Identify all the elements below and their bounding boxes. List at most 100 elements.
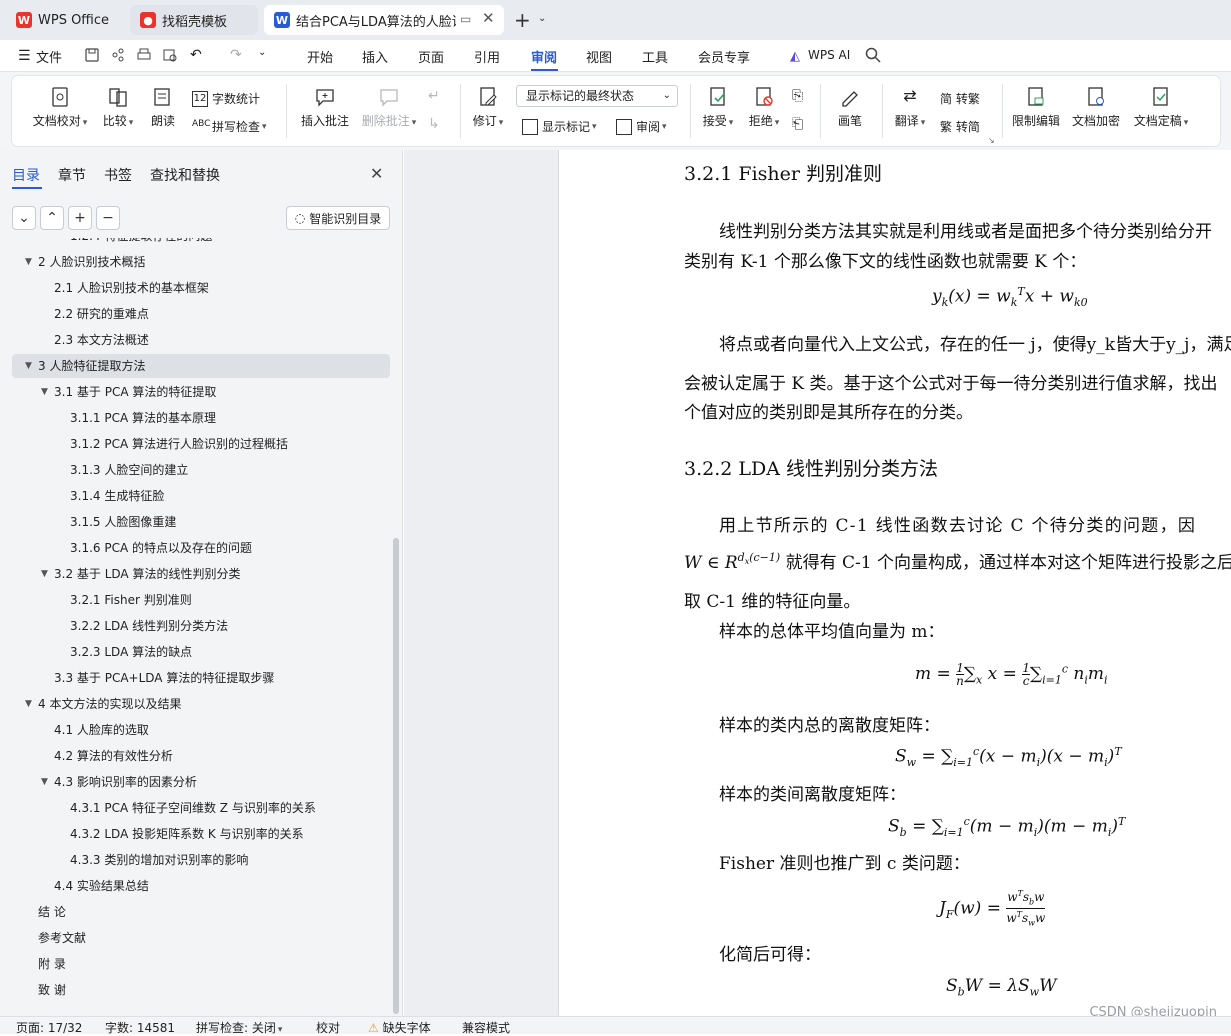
next-comment-icon[interactable]: ↳ bbox=[428, 116, 440, 132]
encrypt-button[interactable]: 文档加密 bbox=[1070, 86, 1122, 129]
tab-templates[interactable]: ● 找稻壳模板 bbox=[130, 5, 258, 35]
status-proof[interactable]: 校对 bbox=[316, 1019, 340, 1036]
share-icon[interactable] bbox=[110, 47, 128, 65]
compare-button[interactable]: 比较 ▾ bbox=[98, 86, 138, 129]
menu-tools[interactable]: 工具 bbox=[642, 47, 668, 66]
print-icon[interactable] bbox=[136, 47, 154, 65]
close-tab-icon[interactable]: ✕ bbox=[482, 9, 495, 27]
toc-item[interactable]: 3.2.3 LDA 算法的缺点 bbox=[0, 640, 390, 664]
tab-chapters[interactable]: 章节 bbox=[58, 165, 86, 185]
more-chevron-icon[interactable]: ⌄ bbox=[258, 47, 276, 65]
menu-wps-ai[interactable]: WPS AI bbox=[808, 48, 850, 62]
save-icon[interactable] bbox=[84, 47, 102, 65]
toc-item[interactable]: 2.2 研究的重难点 bbox=[0, 302, 390, 326]
delete-comment-button[interactable]: 删除批注 ▾ bbox=[358, 86, 420, 129]
toc-item[interactable]: 4.3.1 PCA 特征子空间维数 Z 与识别率的关系 bbox=[0, 796, 390, 820]
search-icon[interactable] bbox=[864, 46, 882, 64]
toc-item[interactable]: 附 录 bbox=[0, 952, 390, 976]
restrict-edit-button[interactable]: 限制编辑 bbox=[1010, 86, 1062, 129]
display-state-select[interactable]: 显示标记的最终状态 ⌄ bbox=[516, 85, 678, 107]
toc-item[interactable]: 4.2 算法的有效性分析 bbox=[0, 744, 390, 768]
menu-insert[interactable]: 插入 bbox=[362, 47, 388, 66]
undo-icon[interactable]: ↶ bbox=[190, 47, 208, 65]
expand-down-button[interactable]: ⌄ bbox=[12, 206, 36, 230]
document-page[interactable]: 3.2.1 Fisher 判别准则 线性判别分类方法其实就是利用线或者是面把多个… bbox=[558, 150, 1231, 1016]
prev-change-icon[interactable]: ⎘ bbox=[792, 88, 803, 104]
collapse-up-button[interactable]: ⌃ bbox=[40, 206, 64, 230]
toc-item[interactable]: 3.2.1 Fisher 判别准则 bbox=[0, 588, 390, 612]
to-traditional-button[interactable]: 简 转繁 bbox=[940, 90, 980, 107]
toc-item[interactable]: 4.3.2 LDA 投影矩阵系数 K 与识别率的关系 bbox=[0, 822, 390, 846]
add-heading-button[interactable]: + bbox=[68, 206, 92, 230]
toc-item[interactable]: ▼ 3.1 基于 PCA 算法的特征提取 bbox=[0, 380, 390, 404]
accept-button[interactable]: 接受 ▾ bbox=[698, 86, 738, 129]
window-icon[interactable]: ▭ bbox=[460, 12, 471, 26]
expand-arrow-icon[interactable]: ▼ bbox=[41, 380, 48, 404]
reject-button[interactable]: 拒绝 ▾ bbox=[744, 86, 784, 129]
smart-toc-button[interactable]: ◌ 智能识别目录 bbox=[286, 206, 390, 230]
menu-member[interactable]: 会员专享 bbox=[698, 47, 750, 66]
status-page[interactable]: 页面: 17/32 bbox=[16, 1019, 82, 1036]
expand-arrow-icon[interactable]: ▼ bbox=[25, 692, 32, 716]
toc-item[interactable]: 致 谢 bbox=[0, 978, 390, 1002]
review-pane-button[interactable]: 审阅 ▾ bbox=[616, 118, 667, 135]
toc-item[interactable]: 3.1.2 PCA 算法进行人脸识别的过程概括 bbox=[0, 432, 390, 456]
toc-item[interactable]: 2.1 人脸识别技术的基本框架 bbox=[0, 276, 390, 300]
show-markup-button[interactable]: 显示标记 ▾ bbox=[522, 118, 597, 135]
prev-comment-icon[interactable]: ↵ bbox=[428, 88, 440, 104]
translate-button[interactable]: ⇄ 翻译 ▾ bbox=[890, 86, 930, 129]
pen-button[interactable]: 画笔 bbox=[830, 86, 870, 129]
toc-item[interactable]: 3.3 基于 PCA+LDA 算法的特征提取步骤 bbox=[0, 666, 390, 690]
chevron-down-icon[interactable]: ⌄ bbox=[538, 13, 546, 24]
status-missing-font[interactable]: ⚠ 缺失字体 bbox=[368, 1019, 431, 1036]
toc-item[interactable]: 4.1 人脸库的选取 bbox=[0, 718, 390, 742]
menu-view[interactable]: 视图 bbox=[586, 47, 612, 66]
toc-item[interactable]: 3.1.1 PCA 算法的基本原理 bbox=[0, 406, 390, 430]
expand-arrow-icon[interactable]: ▼ bbox=[25, 354, 32, 378]
doc-check-button[interactable]: 文档校对 ▾ bbox=[30, 86, 90, 129]
toc-item[interactable]: ▼ 2 人脸识别技术概括 bbox=[0, 250, 390, 274]
expand-arrow-icon[interactable]: ▼ bbox=[25, 250, 32, 274]
toc-item[interactable]: ▼ 4 本文方法的实现以及结果 bbox=[0, 692, 390, 716]
dialog-launcher-icon[interactable]: ↘ bbox=[988, 136, 995, 145]
menu-file[interactable]: 文件 bbox=[36, 47, 62, 66]
menu-review[interactable]: 审阅 bbox=[531, 47, 557, 66]
menu-home[interactable]: 开始 bbox=[307, 47, 333, 66]
revise-button[interactable]: 修订 ▾ bbox=[468, 86, 508, 129]
remove-heading-button[interactable]: − bbox=[96, 206, 120, 230]
toc-item[interactable]: 2.3 本文方法概述 bbox=[0, 328, 390, 352]
hamburger-icon[interactable]: ☰ bbox=[18, 48, 31, 64]
tab-find-replace[interactable]: 查找和替换 bbox=[150, 165, 220, 185]
menu-references[interactable]: 引用 bbox=[474, 47, 500, 66]
expand-arrow-icon[interactable]: ▼ bbox=[41, 562, 48, 586]
spell-check-button[interactable]: ABC 拼写检查 ▾ bbox=[192, 118, 267, 135]
menu-page[interactable]: 页面 bbox=[418, 47, 444, 66]
to-simplified-button[interactable]: 繁 转简 bbox=[940, 118, 980, 135]
toc-item[interactable]: 3.1.5 人脸图像重建 bbox=[0, 510, 390, 534]
new-tab-icon[interactable]: + bbox=[514, 8, 531, 32]
close-pane-icon[interactable]: ✕ bbox=[370, 164, 383, 183]
tab-toc[interactable]: 目录 bbox=[12, 165, 40, 185]
toc-item[interactable]: 3.1.3 人脸空间的建立 bbox=[0, 458, 390, 482]
word-count-button[interactable]: 12 字数统计 bbox=[192, 90, 260, 107]
tab-wps-office[interactable]: W WPS Office bbox=[6, 5, 124, 35]
read-aloud-button[interactable]: 朗读 bbox=[146, 86, 180, 129]
toc-item[interactable]: 4.3.3 类别的增加对识别率的影响 bbox=[0, 848, 390, 872]
toc-item[interactable]: 3.1.4 生成特征脸 bbox=[0, 484, 390, 508]
toc-item[interactable]: 1.2.4 特征提取存在的问题 bbox=[0, 238, 390, 248]
expand-arrow-icon[interactable]: ▼ bbox=[41, 770, 48, 794]
status-spell[interactable]: 拼写检查: 关闭 ▾ bbox=[196, 1019, 282, 1036]
toc-item[interactable]: ▼ 3.2 基于 LDA 算法的线性判别分类 bbox=[0, 562, 390, 586]
print-preview-icon[interactable] bbox=[162, 47, 180, 65]
next-change-icon[interactable]: ⎗ bbox=[792, 116, 803, 132]
tab-bookmarks[interactable]: 书签 bbox=[104, 165, 132, 185]
insert-comment-button[interactable]: 插入批注 bbox=[298, 86, 352, 129]
toc-item[interactable]: 4.4 实验结果总结 bbox=[0, 874, 390, 898]
toc-item[interactable]: ▼ 4.3 影响识别率的因素分析 bbox=[0, 770, 390, 794]
toc-item[interactable]: 参考文献 bbox=[0, 926, 390, 950]
toc-item[interactable]: 3.2.2 LDA 线性判别分类方法 bbox=[0, 614, 390, 638]
redo-icon[interactable]: ↷ bbox=[230, 47, 248, 65]
status-words[interactable]: 字数: 14581 bbox=[105, 1019, 175, 1036]
sidebar-scrollbar[interactable] bbox=[393, 538, 399, 1014]
toc-item[interactable]: 结 论 bbox=[0, 900, 390, 924]
